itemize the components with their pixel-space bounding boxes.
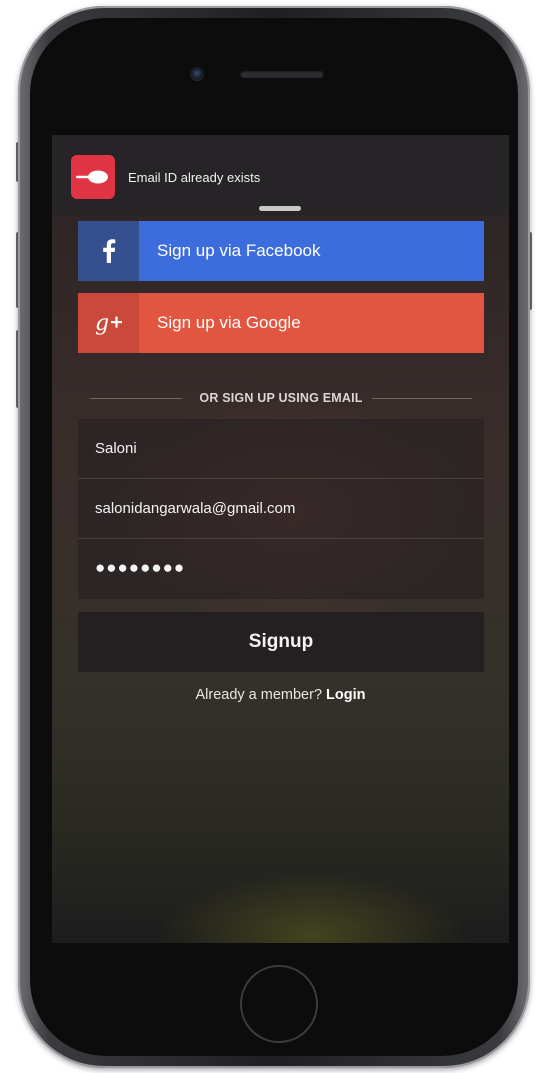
- email-input[interactable]: [95, 479, 475, 537]
- name-input[interactable]: [95, 419, 475, 477]
- signup-button[interactable]: Signup: [78, 612, 484, 672]
- google-signup-button[interactable]: g Sign up via Google: [78, 293, 484, 353]
- password-input[interactable]: [95, 539, 475, 597]
- divider-line-right: [372, 398, 472, 399]
- earpiece-speaker: [240, 70, 324, 78]
- notification-drag-handle[interactable]: [259, 206, 301, 211]
- login-prompt-text: Already a member?: [195, 687, 323, 703]
- front-camera: [190, 67, 204, 81]
- email-field: [78, 479, 484, 539]
- notification-banner[interactable]: Email ID already exists: [52, 135, 509, 215]
- notification-message: Email ID already exists: [128, 170, 261, 185]
- app-icon: [71, 155, 115, 199]
- google-plus-icon: g: [95, 311, 122, 336]
- facebook-signup-label: Sign up via Facebook: [157, 241, 321, 260]
- password-field: [78, 539, 484, 599]
- facebook-icon: [102, 239, 115, 263]
- login-link[interactable]: Login: [326, 687, 365, 703]
- login-prompt-row: Already a member? Login: [52, 687, 509, 703]
- email-divider: OR SIGN UP USING EMAIL: [90, 391, 472, 407]
- spoon-icon: [76, 170, 108, 184]
- facebook-icon-box: [78, 221, 139, 281]
- google-plus-icon-box: g: [78, 293, 139, 353]
- name-field: [78, 419, 484, 479]
- facebook-signup-button[interactable]: Sign up via Facebook: [78, 221, 484, 281]
- home-button[interactable]: [240, 965, 318, 1043]
- svg-text:g: g: [95, 311, 109, 336]
- google-signup-label: Sign up via Google: [157, 313, 301, 332]
- app-screen: Email ID already exists Sign up via Face…: [52, 135, 509, 943]
